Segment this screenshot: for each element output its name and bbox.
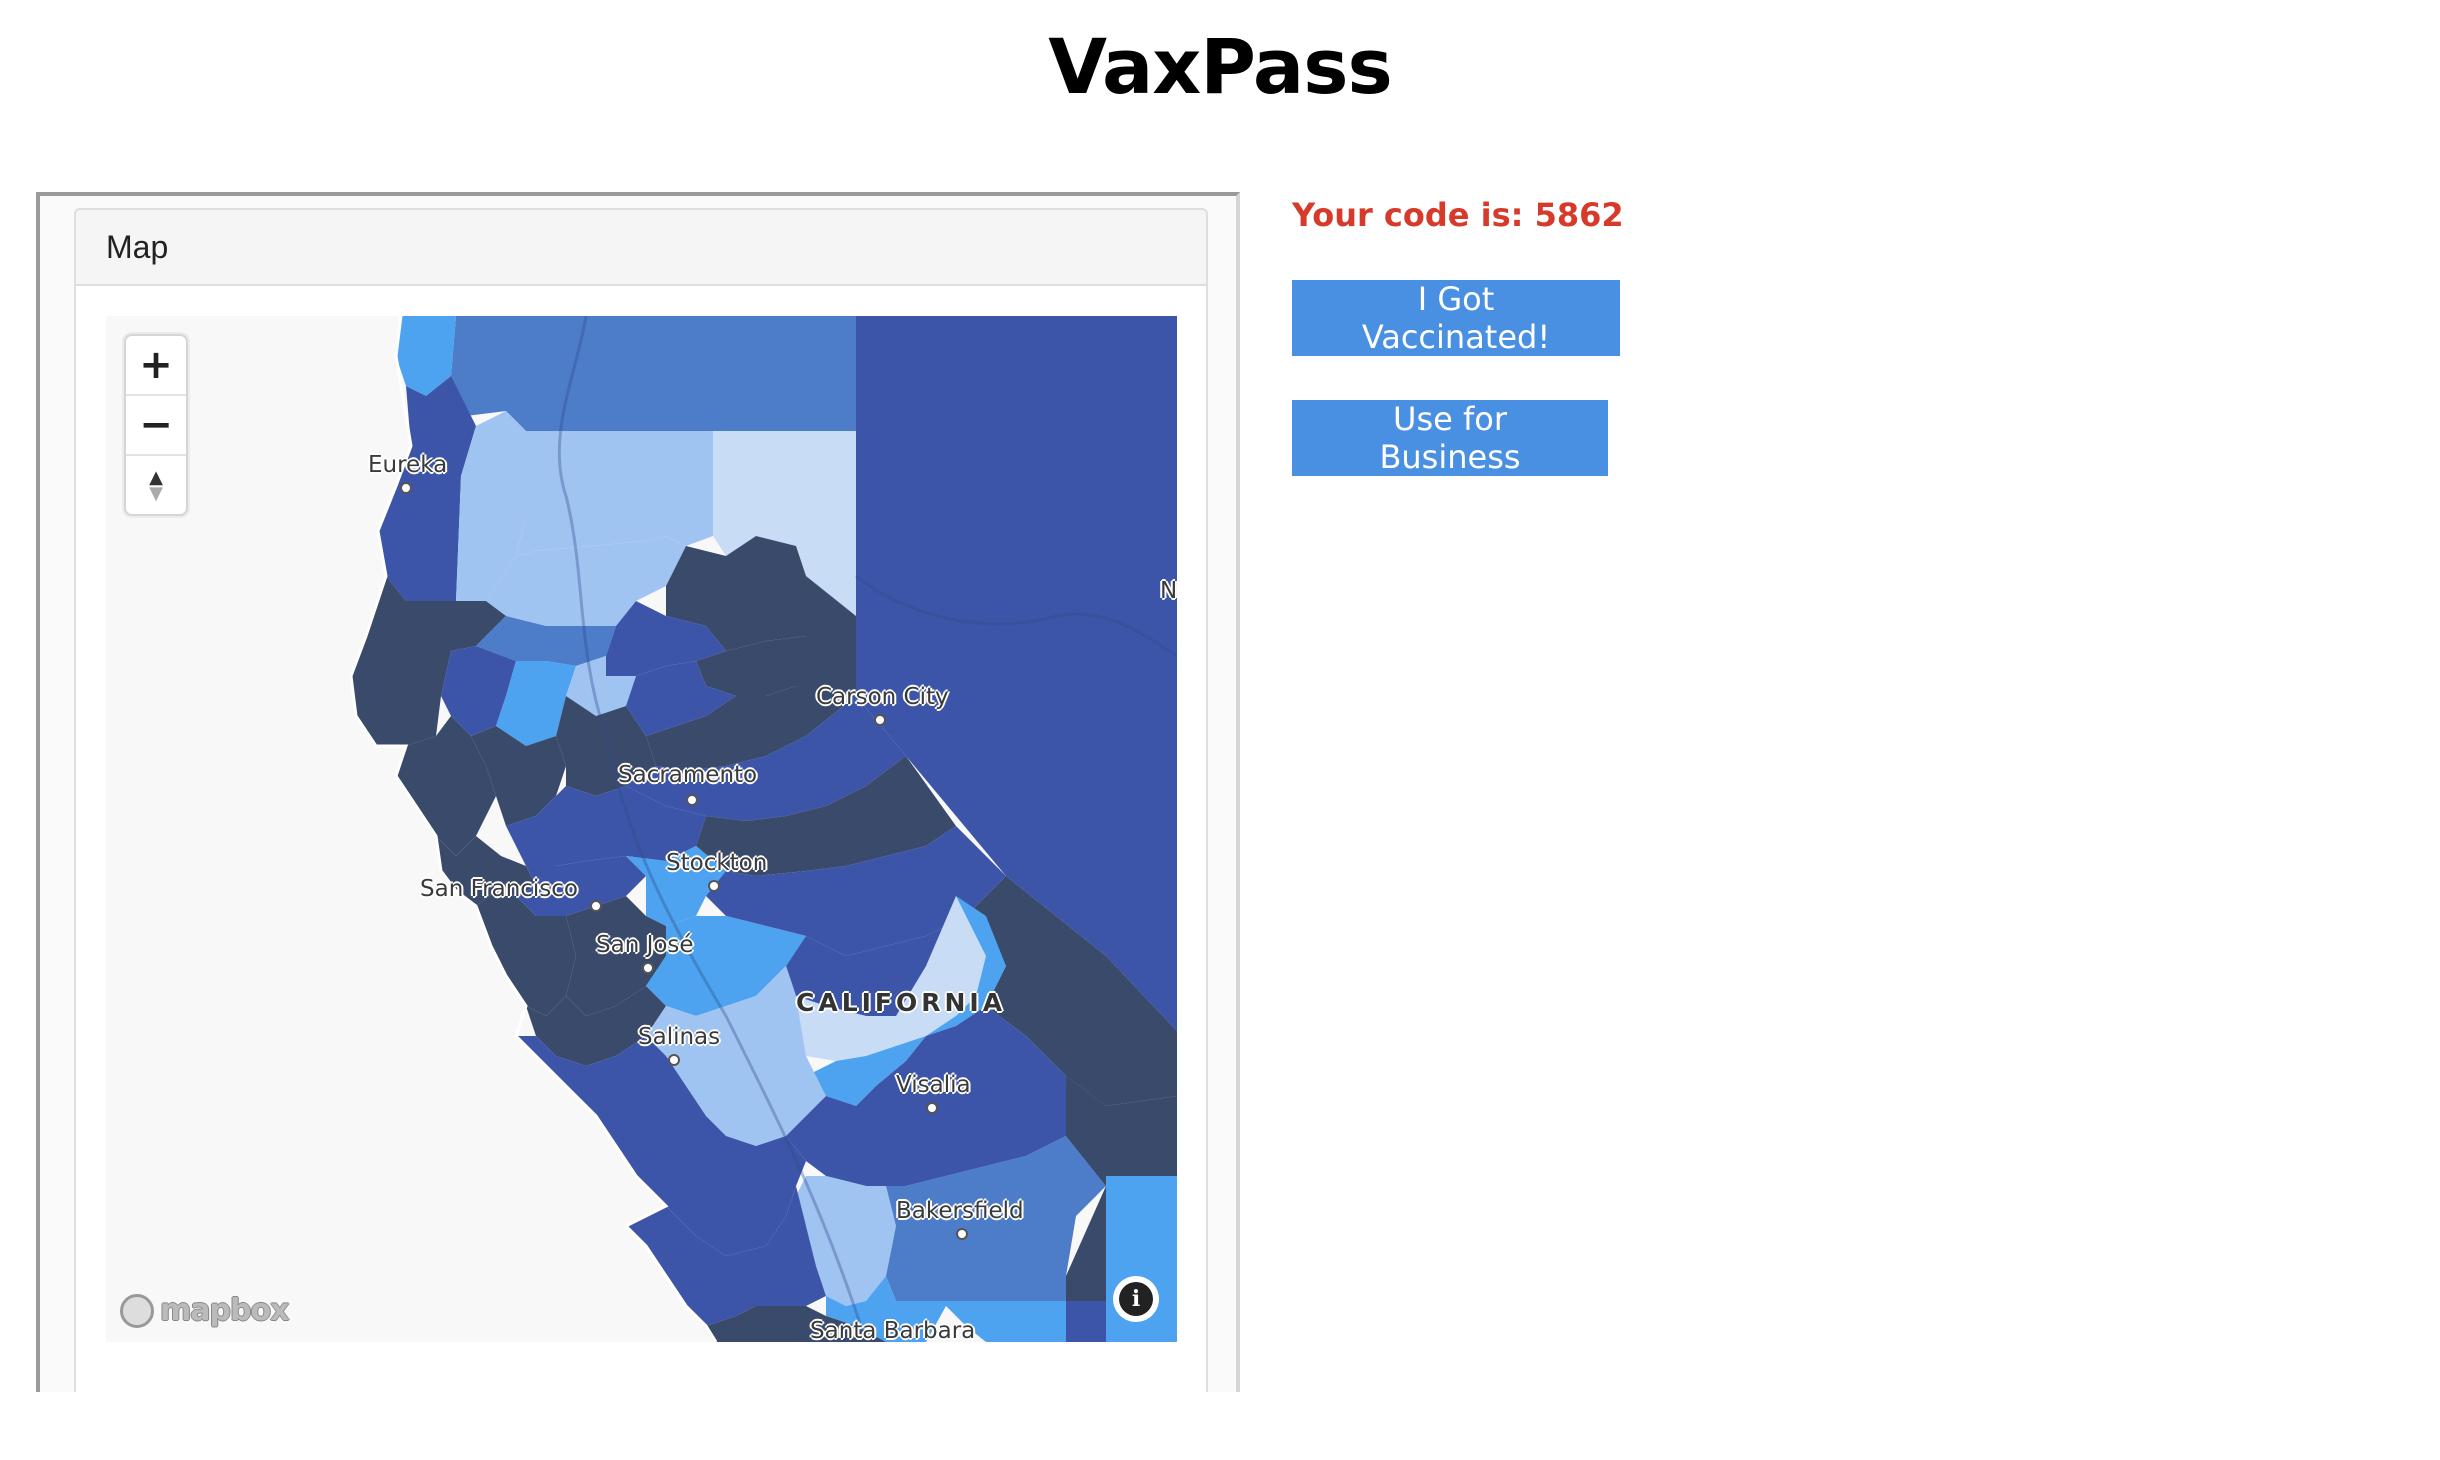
- mapbox-logo-icon: [120, 1293, 154, 1328]
- map-controls: + − ▲ ▼: [124, 334, 188, 516]
- map-frame: Map + − ▲ ▼ Eureka N Carson City Sacrame…: [36, 192, 1240, 1392]
- city-dot-visalia: [926, 1102, 938, 1114]
- city-dot-stockton: [708, 880, 720, 892]
- zoom-out-button[interactable]: −: [126, 396, 186, 456]
- info-icon: i: [1119, 1282, 1153, 1316]
- map-card: Map + − ▲ ▼ Eureka N Carson City Sacrame…: [74, 208, 1208, 1392]
- code-text: Your code is: 5862: [1292, 196, 1624, 234]
- city-label-carson-city: Carson City: [816, 684, 949, 710]
- mapbox-logo[interactable]: mapbox: [120, 1293, 289, 1328]
- map-view[interactable]: + − ▲ ▼ Eureka N Carson City Sacramento …: [106, 316, 1177, 1342]
- got-vaccinated-button[interactable]: I Got Vaccinated!: [1292, 280, 1620, 356]
- compass-south-icon: ▼: [149, 483, 163, 504]
- city-dot-sacramento: [686, 794, 698, 806]
- city-label-bakersfield: Bakersfield: [896, 1198, 1024, 1224]
- city-label-eureka: Eureka: [368, 452, 448, 478]
- city-dot-san-francisco: [590, 900, 602, 912]
- county-choropleth: [106, 316, 1177, 1342]
- city-label-san-jose: San José: [596, 932, 694, 958]
- compass-button[interactable]: ▲ ▼: [126, 456, 186, 516]
- city-dot-eureka: [400, 482, 412, 494]
- region-shasta: [516, 431, 713, 556]
- use-for-business-button[interactable]: Use for Business: [1292, 400, 1608, 476]
- region-siskiyou: [451, 316, 856, 431]
- city-label-stockton: Stockton: [666, 850, 768, 876]
- region-kern-east: [1066, 1301, 1106, 1342]
- mapbox-wordmark: mapbox: [160, 1293, 289, 1328]
- city-dot-carson-city: [874, 714, 886, 726]
- city-label-santa-barbara: Santa Barbara: [810, 1318, 976, 1342]
- city-label-salinas: Salinas: [638, 1024, 721, 1050]
- state-label-california: CALIFORNIA: [796, 988, 1007, 1017]
- city-label-sacramento: Sacramento: [618, 762, 758, 788]
- city-dot-bakersfield: [956, 1228, 968, 1240]
- attribution-info-button[interactable]: i: [1113, 1276, 1159, 1322]
- city-label-visalia: Visalia: [896, 1072, 971, 1098]
- city-label-san-francisco: San Francisco: [420, 876, 579, 902]
- city-dot-san-jose: [642, 962, 654, 974]
- zoom-in-button[interactable]: +: [126, 336, 186, 396]
- card-header: Map: [76, 210, 1206, 286]
- city-dot-salinas: [668, 1054, 680, 1066]
- state-label-nevada-edge: N: [1160, 578, 1177, 604]
- page-title: VaxPass: [1048, 22, 1392, 111]
